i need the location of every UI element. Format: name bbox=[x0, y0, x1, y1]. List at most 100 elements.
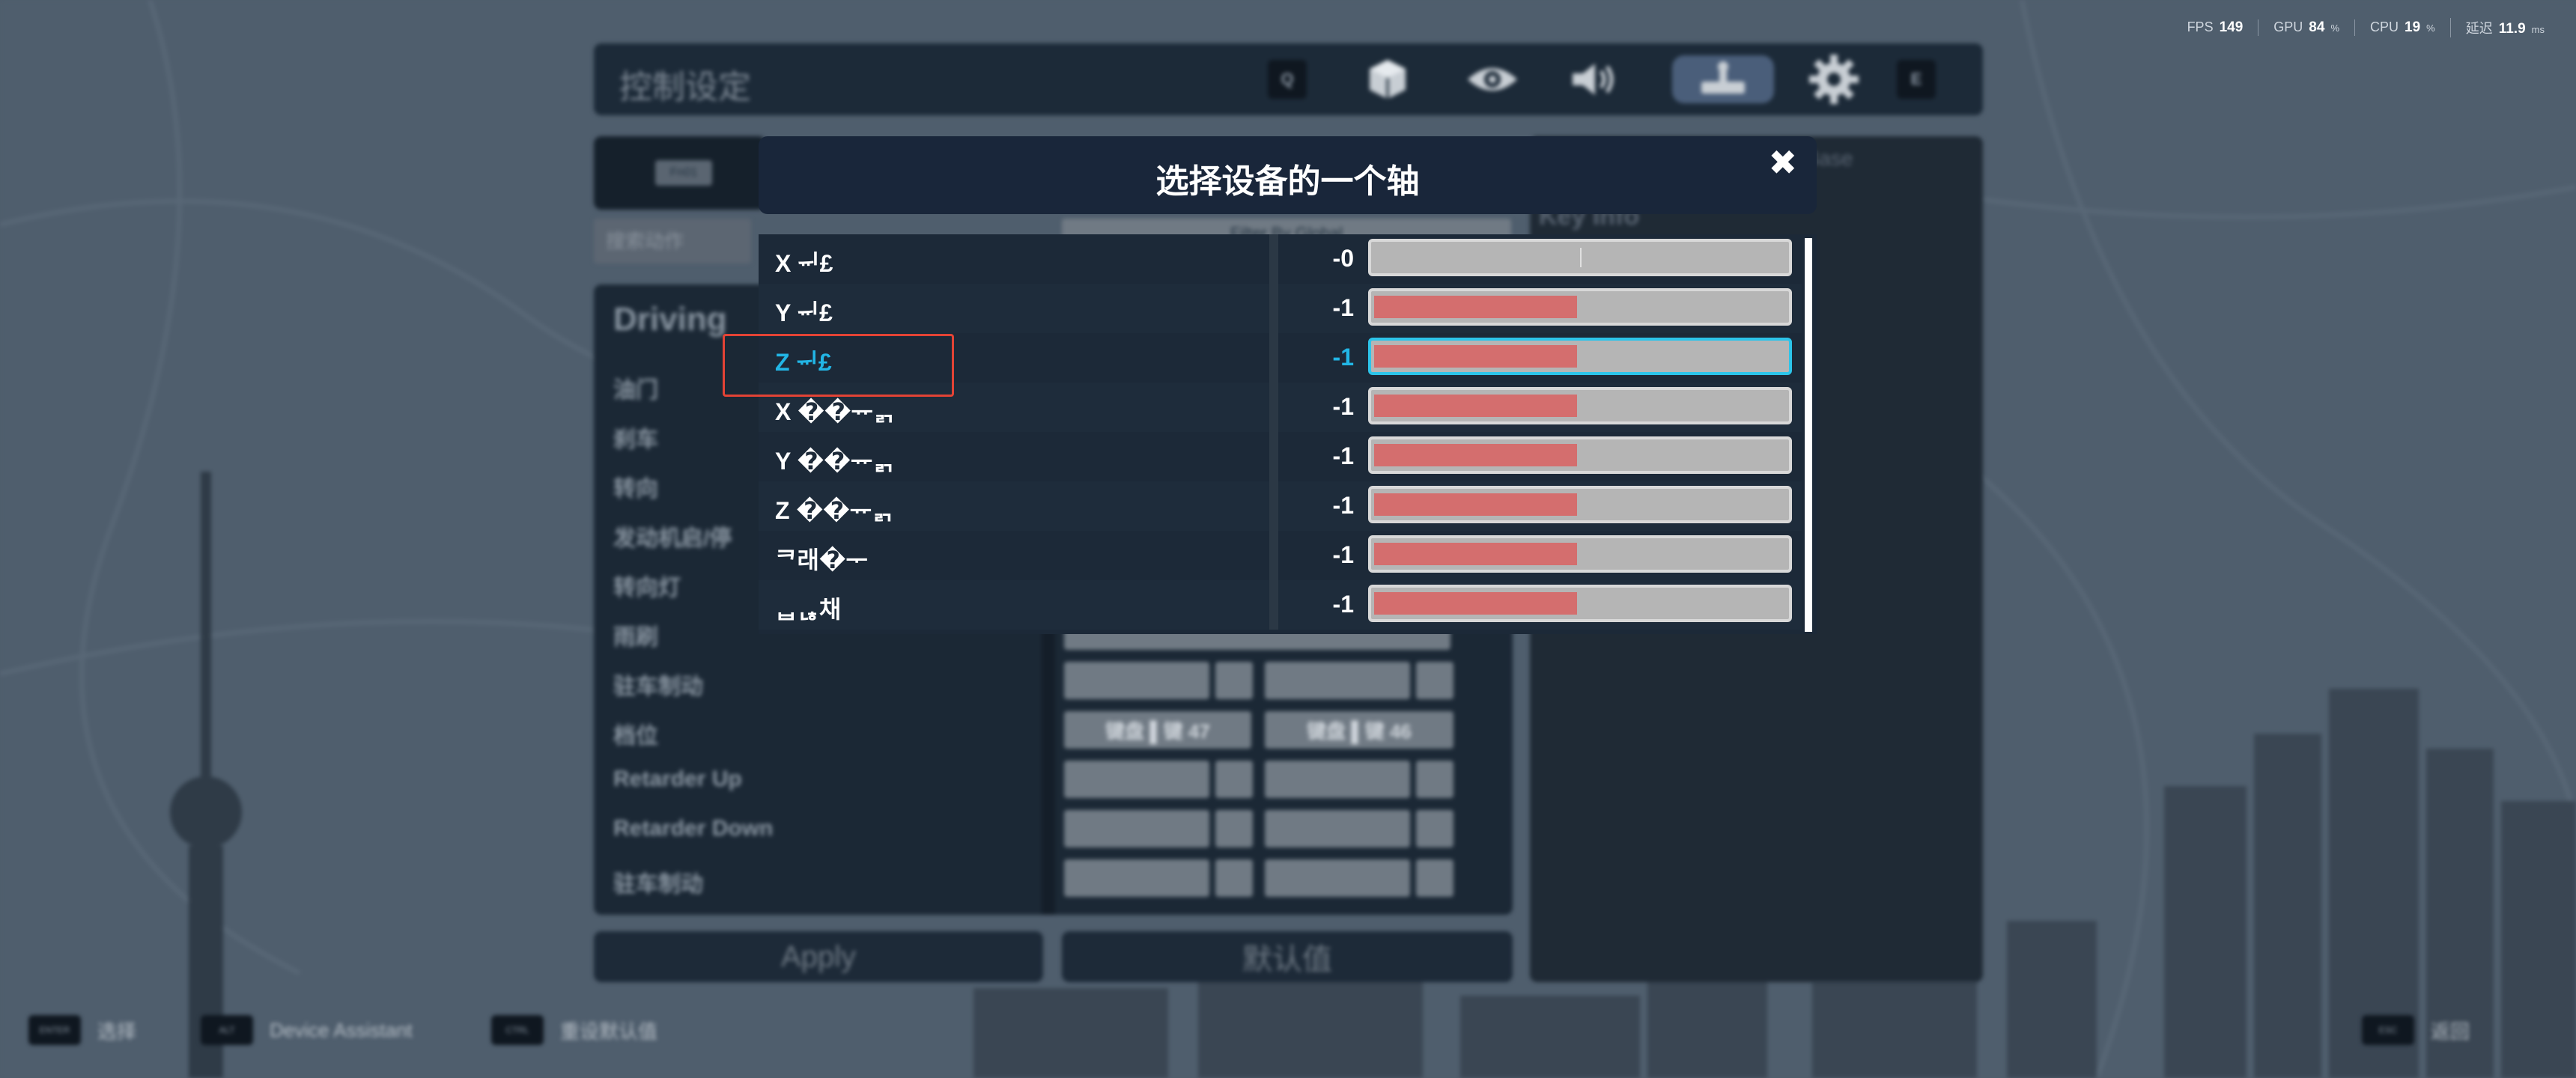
action-label: 刹车 bbox=[613, 427, 658, 452]
close-icon[interactable]: ✖ bbox=[1768, 142, 1797, 183]
axis-row[interactable]: ᄏ래�ᅮ -1 bbox=[759, 531, 1802, 580]
axis-name: X ᆔ£ bbox=[775, 250, 833, 277]
axis-row[interactable]: Z ��ᅲᆰ -1 bbox=[759, 481, 1802, 531]
action-label: 驻车制动 bbox=[613, 674, 703, 699]
binding-slot-mod[interactable] bbox=[1416, 859, 1453, 897]
axis-bar bbox=[1368, 288, 1792, 326]
axis-value: -1 bbox=[1332, 294, 1354, 321]
action-label: Retarder Down bbox=[613, 816, 774, 841]
axis-bar bbox=[1368, 436, 1792, 474]
binding-slot[interactable] bbox=[1265, 761, 1410, 798]
tab-audio[interactable] bbox=[1551, 55, 1641, 103]
device-tab-bar: Fn01 bbox=[594, 136, 766, 210]
dialog-title: 选择设备的一个轴 bbox=[1155, 163, 1420, 200]
alt-key-hint: ALT bbox=[201, 1015, 253, 1045]
gpu-label: GPU bbox=[2273, 19, 2303, 34]
action-row[interactable]: Retarder Down bbox=[594, 806, 1513, 853]
action-label: 转向灯 bbox=[613, 576, 681, 600]
cpu-readout: CPU 19% bbox=[2354, 19, 2450, 36]
axis-row[interactable]: ᆸᆭ채 -1 bbox=[759, 580, 1802, 630]
binding-slot[interactable] bbox=[1265, 662, 1410, 699]
fps-value: 149 bbox=[2219, 19, 2244, 35]
axis-value: -1 bbox=[1332, 492, 1354, 519]
axis-bar bbox=[1368, 535, 1792, 573]
hint-label: 返回 bbox=[2431, 1020, 2470, 1043]
tab-view[interactable] bbox=[1448, 55, 1537, 103]
enter-key-hint: ENTER bbox=[28, 1015, 81, 1045]
column-divider bbox=[1269, 580, 1278, 630]
column-divider bbox=[1269, 284, 1278, 333]
gpu-unit: % bbox=[2330, 22, 2339, 34]
binding-slot[interactable] bbox=[1064, 859, 1209, 897]
axis-list: X ᆔ£ -0 Y ᆔ£ -1 Z ᆔ£ -1 X ��ᅲᆰ -1 Y ��ᅲᆰ… bbox=[759, 234, 1817, 634]
axis-value: -1 bbox=[1332, 442, 1354, 469]
axis-row[interactable]: Y ��ᅲᆰ -1 bbox=[759, 432, 1802, 481]
default-button[interactable]: 默认值 bbox=[1062, 931, 1513, 982]
binding-slot[interactable] bbox=[1064, 810, 1209, 847]
settings-top-bar: 控制设定 Q E bbox=[594, 43, 1983, 115]
axis-bar-fill bbox=[1374, 444, 1577, 466]
axis-row[interactable]: Y ᆔ£ -1 bbox=[759, 284, 1802, 333]
binding-slot[interactable] bbox=[1265, 810, 1410, 847]
hint-back[interactable]: ESC 返回 bbox=[2362, 1015, 2470, 1045]
column-divider bbox=[1269, 531, 1278, 580]
hint-device-assistant[interactable]: ALT Device Assistant bbox=[201, 1015, 413, 1045]
binding-slot-mod[interactable] bbox=[1215, 810, 1253, 847]
axis-name: Y ᆔ£ bbox=[775, 299, 833, 326]
axis-bar bbox=[1368, 486, 1792, 523]
binding-slot-mod[interactable] bbox=[1416, 662, 1453, 699]
binding-slot[interactable]: 键盘 ▌键 47 bbox=[1064, 711, 1251, 749]
action-label: 驻车制动 bbox=[613, 872, 703, 897]
binding-slot-mod[interactable] bbox=[1215, 859, 1253, 897]
fps-label: FPS bbox=[2187, 19, 2214, 34]
axis-row[interactable]: X ᆔ£ -0 bbox=[759, 234, 1802, 284]
ctrl-key-hint: CTRL bbox=[491, 1015, 544, 1045]
axis-name: ᆸᆭ채 bbox=[775, 596, 842, 623]
action-search-input[interactable]: 搜索动作 bbox=[594, 219, 751, 264]
binding-slot[interactable]: 键盘 ▌键 46 bbox=[1265, 711, 1453, 749]
binding-slot[interactable] bbox=[1064, 662, 1209, 699]
tab-controls[interactable] bbox=[1672, 55, 1774, 103]
action-row[interactable]: 驻车制动 bbox=[594, 855, 1513, 903]
axis-value: -1 bbox=[1332, 344, 1354, 371]
axis-bar-fill bbox=[1374, 543, 1577, 565]
cpu-label: CPU bbox=[2370, 19, 2399, 34]
column-divider bbox=[1269, 234, 1278, 284]
axis-value: -0 bbox=[1332, 245, 1354, 272]
tab-truck-cube[interactable] bbox=[1343, 55, 1433, 103]
tab-settings[interactable] bbox=[1789, 55, 1879, 104]
axis-name: Z ��ᅲᆰ bbox=[775, 497, 894, 524]
esc-key-hint: ESC bbox=[2362, 1015, 2414, 1045]
gear-icon bbox=[1809, 55, 1859, 104]
axis-select-dialog-header: 选择设备的一个轴 ✖ bbox=[759, 136, 1817, 214]
latency-label: 延迟 bbox=[2465, 21, 2493, 36]
binding-slot[interactable] bbox=[1064, 761, 1209, 798]
axis-value: -1 bbox=[1332, 393, 1354, 420]
binding-slot-mod[interactable] bbox=[1416, 761, 1453, 798]
binding-slot-mod[interactable] bbox=[1215, 662, 1253, 699]
hint-select[interactable]: ENTER 选择 bbox=[28, 1015, 136, 1045]
apply-button[interactable]: Apply bbox=[594, 931, 1043, 982]
action-row[interactable]: 驻车制动 bbox=[594, 657, 1513, 705]
cpu-value: 19 bbox=[2405, 19, 2421, 35]
axis-value: -1 bbox=[1332, 541, 1354, 568]
axis-bar-fill bbox=[1374, 395, 1577, 417]
dialog-scrollbar[interactable] bbox=[1805, 238, 1812, 632]
column-divider bbox=[1269, 481, 1278, 531]
latency-readout: 延迟 11.9 ms bbox=[2449, 18, 2560, 37]
axis-bar-fill bbox=[1374, 493, 1577, 516]
binding-slot-mod[interactable] bbox=[1215, 761, 1253, 798]
action-label: 发动机启/停 bbox=[613, 526, 732, 551]
action-label: 转向 bbox=[613, 477, 658, 502]
next-tab-key[interactable]: E bbox=[1897, 55, 1936, 103]
binding-slot[interactable] bbox=[1265, 859, 1410, 897]
hint-reset-default[interactable]: CTRL 重设默认值 bbox=[491, 1015, 657, 1045]
hint-label: Device Assistant bbox=[270, 1018, 413, 1041]
fps-readout: FPS 149 bbox=[2172, 19, 2258, 36]
action-row[interactable]: 档位 键盘 ▌键 47 键盘 ▌键 46 bbox=[594, 707, 1513, 755]
binding-slot-mod[interactable] bbox=[1416, 810, 1453, 847]
device-tab-key[interactable]: Fn01 bbox=[655, 160, 712, 186]
axis-bar bbox=[1368, 585, 1792, 622]
prev-tab-key[interactable]: Q bbox=[1268, 55, 1307, 103]
action-row[interactable]: Retarder Up bbox=[594, 756, 1513, 804]
